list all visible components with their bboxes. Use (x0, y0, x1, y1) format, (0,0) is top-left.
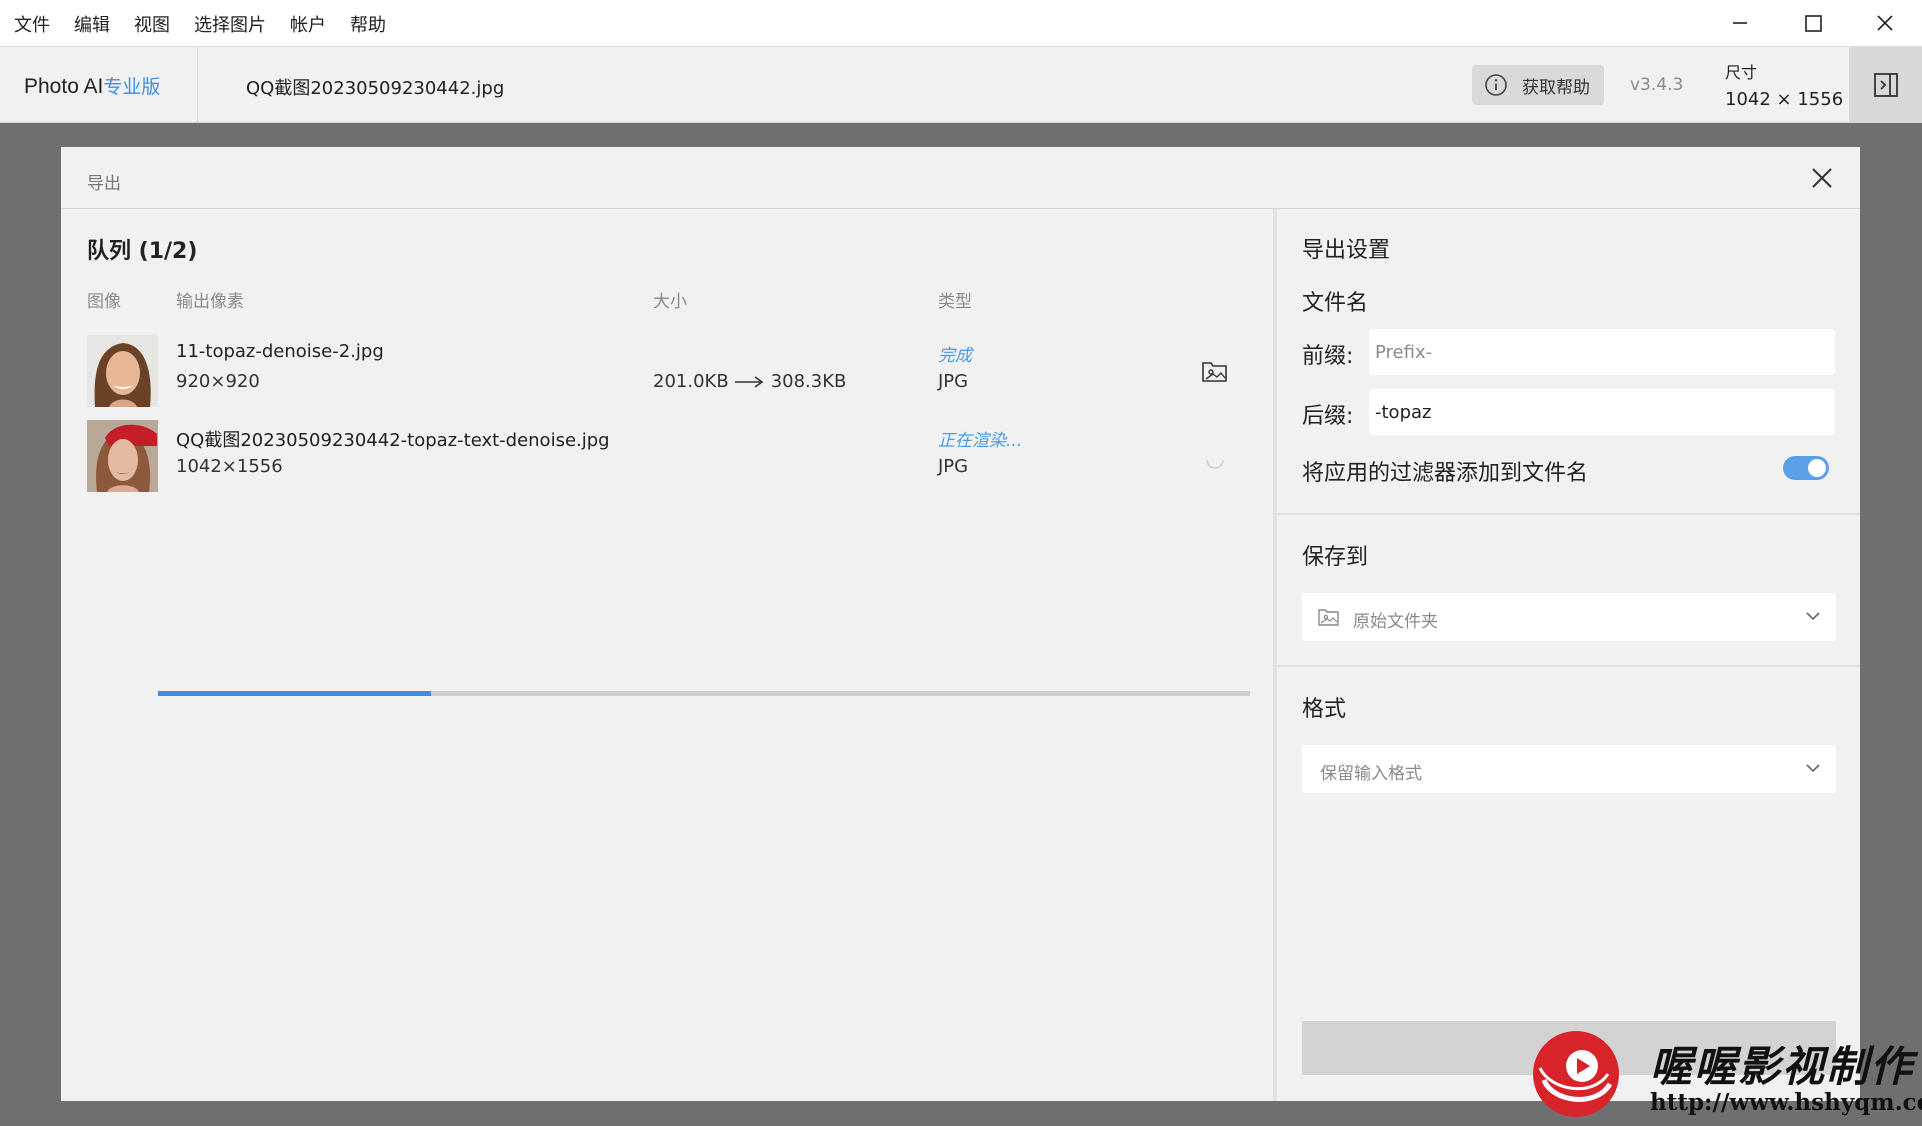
column-header-image: 图像 (87, 292, 121, 312)
queue-title: 队列 (1/2) (87, 239, 198, 264)
suffix-label: 后缀: (1302, 404, 1354, 429)
chevron-down-icon (1806, 612, 1820, 621)
progress-bar (158, 691, 1250, 696)
row-filename: QQ截图20230509230442-topaz-text-denoise.jp… (176, 430, 610, 451)
spinner-icon (1206, 459, 1224, 469)
dialog-title: 导出 (87, 174, 121, 194)
row-type: JPG (938, 456, 969, 477)
image-thumbnail (87, 420, 158, 492)
format-select[interactable]: 保留输入格式 (1302, 745, 1836, 793)
menu-items: 文件 编辑 视图 选择图片 帐户 帮助 (14, 11, 410, 37)
minimize-icon (1733, 22, 1747, 24)
watermark-logo-icon (1533, 1031, 1619, 1117)
loading-spinner (1203, 446, 1233, 474)
maximize-button[interactable] (1790, 6, 1836, 40)
prefix-label: 前缀: (1302, 344, 1354, 369)
brand-pro-label: 专业版 (103, 76, 161, 98)
dialog-header: 导出 (61, 147, 1860, 209)
format-value: 保留输入格式 (1320, 764, 1422, 784)
queue-pane: 队列 (1/2) 图像 输出像素 大小 类型 11-topaz-denoise-… (61, 209, 1273, 1101)
divider (1277, 665, 1860, 667)
watermark: 喔喔影视制作 http://www.hshyqm.com/ (1525, 1025, 1922, 1125)
menu-view[interactable]: 视图 (134, 11, 170, 37)
chevron-down-icon (1806, 764, 1820, 773)
size-after: 308.3KB (770, 371, 847, 392)
close-window-button[interactable] (1862, 6, 1908, 40)
dialog-close-button[interactable] (1805, 161, 1839, 195)
divider (197, 47, 198, 122)
image-thumbnail (87, 335, 158, 407)
row-size: 201.0KB 308.3KB (653, 371, 846, 392)
folder-image-icon (1202, 362, 1227, 382)
row-filename: 11-topaz-denoise-2.jpg (176, 341, 384, 362)
column-header-size: 大小 (653, 292, 687, 312)
size-label: 尺寸 (1725, 63, 1758, 82)
export-settings-title: 导出设置 (1302, 238, 1391, 263)
export-settings-pane: 导出设置 文件名 前缀: 后缀: 将应用的过滤器添加到文件名 保存到 原始文件夹… (1277, 209, 1860, 1101)
format-title: 格式 (1302, 697, 1347, 722)
suffix-input[interactable] (1369, 389, 1835, 435)
panel-toggle-button[interactable] (1849, 47, 1922, 122)
filename-section-title: 文件名 (1302, 291, 1369, 316)
save-to-value: 原始文件夹 (1353, 612, 1438, 632)
queue-row[interactable]: QQ截图20230509230442-topaz-text-denoise.jp… (87, 420, 1251, 492)
column-header-type: 类型 (938, 292, 972, 312)
menu-select-image[interactable]: 选择图片 (194, 11, 266, 37)
app-header: Photo AI专业版 QQ截图20230509230442.jpg 获取帮助 … (0, 47, 1922, 123)
minimize-button[interactable] (1716, 6, 1762, 40)
folder-image-icon (1318, 609, 1339, 626)
watermark-url: http://www.hshyqm.com/ (1650, 1089, 1922, 1116)
filter-toggle-label: 将应用的过滤器添加到文件名 (1302, 461, 1589, 486)
status-badge: 正在渲染... (938, 431, 1023, 451)
prefix-input[interactable] (1369, 329, 1835, 375)
menu-account[interactable]: 帐户 (290, 11, 326, 37)
filter-toggle[interactable] (1783, 456, 1829, 480)
row-dimensions: 920×920 (176, 371, 260, 392)
progress-fill (158, 691, 431, 696)
arrow-right-icon (734, 375, 764, 388)
save-to-title: 保存到 (1302, 545, 1369, 570)
close-icon (1877, 15, 1893, 31)
maximize-icon (1805, 15, 1822, 32)
close-icon (1812, 168, 1832, 188)
queue-row[interactable]: 11-topaz-denoise-2.jpg 920×920 201.0KB 3… (87, 335, 1251, 407)
info-icon (1485, 74, 1507, 96)
sidebar-toggle-icon (1873, 72, 1898, 97)
divider (1277, 513, 1860, 515)
row-dimensions: 1042×1556 (176, 456, 283, 477)
size-before: 201.0KB (653, 371, 729, 392)
menu-edit[interactable]: 编辑 (74, 11, 110, 37)
size-value: 1042 × 1556 (1725, 89, 1844, 110)
current-filename: QQ截图20230509230442.jpg (246, 78, 505, 99)
export-dialog: 导出 队列 (1/2) 图像 输出像素 大小 类型 11-topaz-denoi… (61, 147, 1860, 1101)
menu-bar: 文件 编辑 视图 选择图片 帐户 帮助 (0, 0, 1922, 47)
row-type: JPG (938, 371, 969, 392)
get-help-label: 获取帮助 (1522, 77, 1590, 98)
toggle-knob (1808, 459, 1826, 477)
app-brand: Photo AI专业版 (24, 72, 160, 99)
menu-file[interactable]: 文件 (14, 11, 50, 37)
save-to-select[interactable]: 原始文件夹 (1302, 593, 1836, 641)
version-label: v3.4.3 (1630, 75, 1684, 95)
menu-help[interactable]: 帮助 (350, 11, 386, 37)
watermark-name: 喔喔影视制作 (1650, 1042, 1915, 1091)
column-header-output-pixels: 输出像素 (176, 292, 244, 312)
status-badge: 完成 (938, 346, 972, 366)
get-help-button[interactable]: 获取帮助 (1472, 65, 1604, 105)
brand-name: Photo AI (24, 75, 104, 98)
open-folder-button[interactable] (1200, 357, 1230, 385)
